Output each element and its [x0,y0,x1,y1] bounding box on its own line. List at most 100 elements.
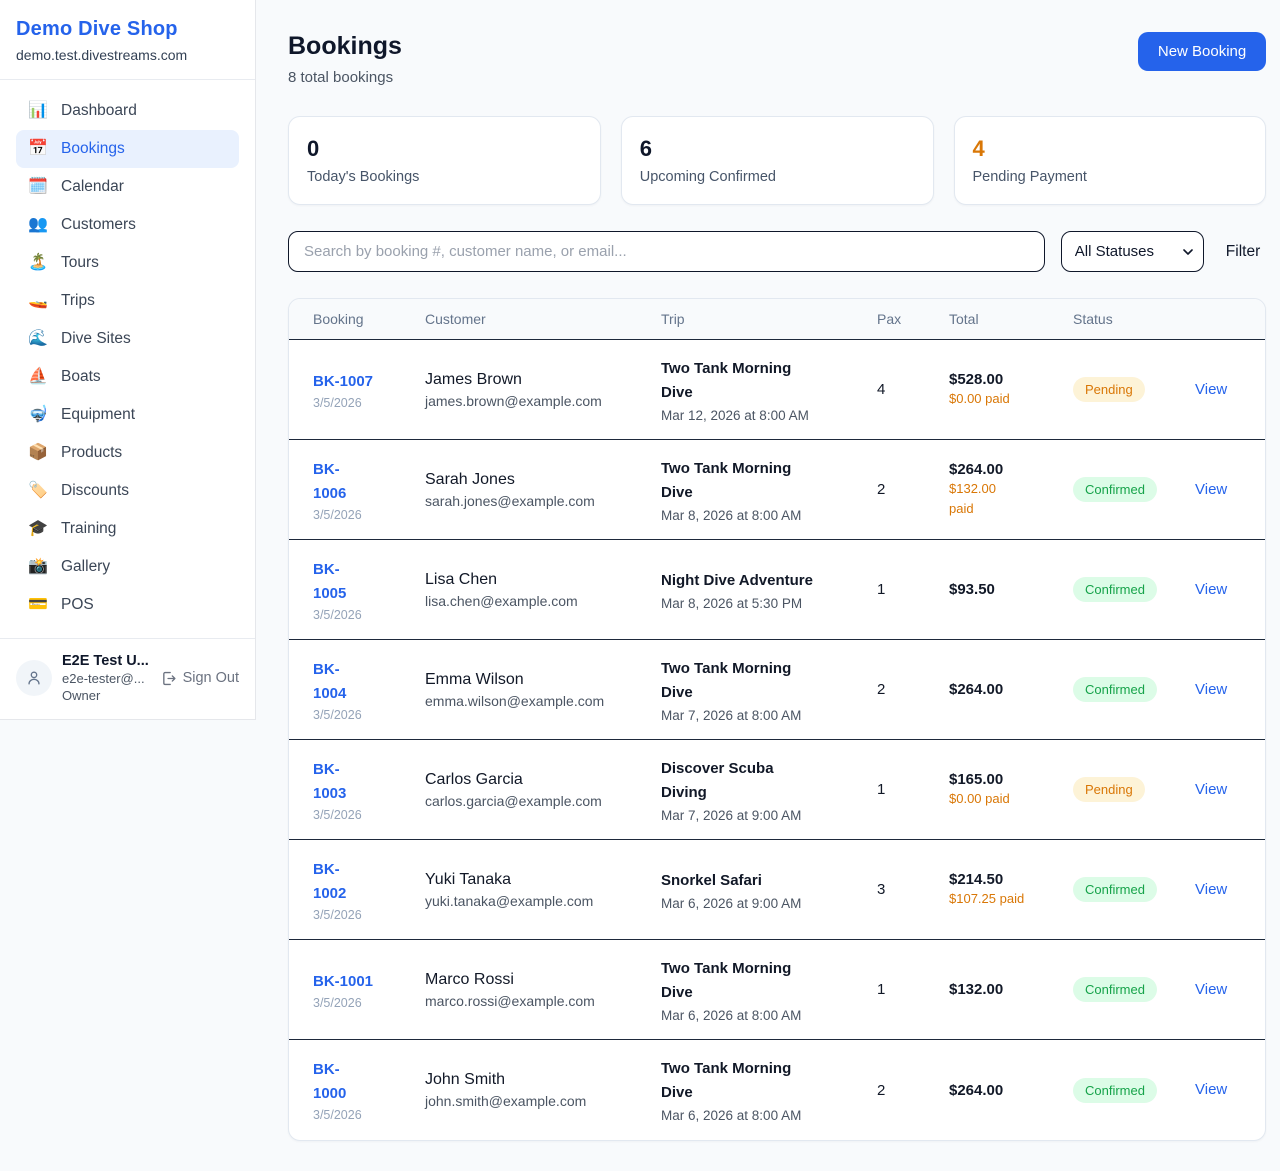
booking-id-line[interactable]: 1000 [313,1082,411,1106]
booking-id-line[interactable]: BK-1001 [313,970,411,994]
trip-datetime: Mar 7, 2026 at 9:00 AM [661,808,863,823]
status-filter-select[interactable]: All Statuses [1061,231,1204,272]
view-link[interactable]: View [1195,581,1227,598]
paid-amount-line: paid [949,500,1059,518]
booking-id-line[interactable]: 1002 [313,882,411,906]
stat-value: 6 [640,136,915,162]
trip-name-line: Dive [661,681,863,705]
sidebar-item-bookings[interactable]: 📅 Bookings [16,130,239,168]
booking-id-line[interactable]: 1006 [313,482,411,506]
app: Demo Dive Shop demo.test.divestreams.com… [0,0,1280,1171]
booking-date: 3/5/2026 [313,708,411,722]
booking-id-line[interactable]: 1003 [313,782,411,806]
user-email: e2e-tester@... [62,671,150,686]
status-cell: Confirmed [1073,977,1195,1002]
view-link[interactable]: View [1195,681,1227,698]
column-header-customer: Customer [425,311,661,327]
customer-cell: Marco Rossi marco.rossi@example.com [425,971,661,1009]
new-booking-button[interactable]: New Booking [1138,32,1266,71]
customer-email: emma.wilson@example.com [425,693,647,709]
sidebar-item-label: Trips [61,292,95,310]
view-link[interactable]: View [1195,981,1227,998]
booking-date: 3/5/2026 [313,808,411,822]
sign-out-button[interactable]: Sign Out [160,670,239,687]
booking-id-line[interactable]: 1005 [313,582,411,606]
column-header-total: Total [949,311,1073,327]
pax-cell: 2 [877,481,949,498]
booking-cell: BK- 1006 3/5/2026 [313,458,425,522]
booking-cell: BK- 1002 3/5/2026 [313,858,425,922]
filter-button[interactable]: Filter [1220,243,1266,261]
main-content: Bookings 8 total bookings New Booking 0 … [256,0,1280,1171]
table-body: BK-1007 3/5/2026 James Brown james.brown… [289,340,1265,1140]
booking-id-link[interactable]: BK- 1005 [313,558,411,606]
view-link[interactable]: View [1195,381,1227,398]
column-header-status: Status [1073,311,1195,327]
booking-id-line[interactable]: BK- [313,758,411,782]
booking-id-link[interactable]: BK- 1000 [313,1058,411,1106]
view-link[interactable]: View [1195,781,1227,798]
customer-email: john.smith@example.com [425,1093,647,1109]
customer-name: Marco Rossi [425,971,647,989]
actions-cell: View [1195,681,1241,699]
sidebar-item-equipment[interactable]: 🤿 Equipment [16,396,239,434]
trip-name-line: Dive [661,481,863,505]
stats-row: 0 Today's Bookings 6 Upcoming Confirmed … [288,116,1266,205]
booking-id-line[interactable]: BK-1007 [313,370,411,394]
sidebar: Demo Dive Shop demo.test.divestreams.com… [0,0,256,720]
booking-id-line[interactable]: BK- [313,658,411,682]
stat-card: 4 Pending Payment [954,116,1267,205]
pax-cell: 1 [877,581,949,598]
total-amount: $214.50 [949,871,1059,888]
search-input[interactable] [288,231,1045,272]
booking-id-link[interactable]: BK-1001 [313,970,411,994]
sidebar-item-icon: 🗓️ [28,179,48,195]
sidebar-item-tours[interactable]: 🏝️ Tours [16,244,239,282]
sidebar-item-boats[interactable]: ⛵ Boats [16,358,239,396]
sidebar-item-training[interactable]: 🎓 Training [16,510,239,548]
view-link[interactable]: View [1195,881,1227,898]
status-cell: Confirmed [1073,677,1195,702]
booking-id-line[interactable]: 1004 [313,682,411,706]
sidebar-item-dive-sites[interactable]: 🌊 Dive Sites [16,320,239,358]
sidebar-item-icon: 📅 [28,141,48,157]
trip-datetime: Mar 12, 2026 at 8:00 AM [661,408,863,423]
trip-datetime: Mar 8, 2026 at 5:30 PM [661,596,863,611]
booking-id-link[interactable]: BK- 1003 [313,758,411,806]
customer-cell: Carlos Garcia carlos.garcia@example.com [425,771,661,809]
sidebar-item-products[interactable]: 📦 Products [16,434,239,472]
trip-name-line: Two Tank Morning [661,1057,863,1081]
booking-id-link[interactable]: BK-1007 [313,370,411,394]
booking-id-line[interactable]: BK- [313,858,411,882]
booking-id-line[interactable]: BK- [313,558,411,582]
booking-id-line[interactable]: BK- [313,1058,411,1082]
total-amount: $264.00 [949,681,1059,698]
status-badge: Confirmed [1073,677,1157,702]
sidebar-item-icon: 👥 [28,217,48,233]
sidebar-item-gallery[interactable]: 📸 Gallery [16,548,239,586]
sidebar-item-discounts[interactable]: 🏷️ Discounts [16,472,239,510]
booking-cell: BK- 1000 3/5/2026 [313,1058,425,1122]
total-amount: $132.00 [949,981,1059,998]
booking-id-link[interactable]: BK- 1006 [313,458,411,506]
sidebar-item-label: Calendar [61,178,124,196]
sidebar-item-pos[interactable]: 💳 POS [16,586,239,624]
status-badge: Confirmed [1073,577,1157,602]
booking-id-link[interactable]: BK- 1004 [313,658,411,706]
table-row: BK- 1006 3/5/2026 Sarah Jones sarah.jone… [289,440,1265,540]
booking-cell: BK- 1004 3/5/2026 [313,658,425,722]
booking-id-line[interactable]: BK- [313,458,411,482]
table-row: BK- 1000 3/5/2026 John Smith john.smith@… [289,1040,1265,1140]
sidebar-item-trips[interactable]: 🚤 Trips [16,282,239,320]
sidebar-item-dashboard[interactable]: 📊 Dashboard [16,92,239,130]
view-link[interactable]: View [1195,1081,1227,1098]
view-link[interactable]: View [1195,481,1227,498]
total-cell: $264.00 $132.00 paid [949,461,1073,517]
booking-date: 3/5/2026 [313,908,411,922]
sidebar-item-customers[interactable]: 👥 Customers [16,206,239,244]
sidebar-item-calendar[interactable]: 🗓️ Calendar [16,168,239,206]
status-cell: Confirmed [1073,1078,1195,1103]
sidebar-item-label: Dashboard [61,102,137,120]
booking-id-link[interactable]: BK- 1002 [313,858,411,906]
customer-email: marco.rossi@example.com [425,993,647,1009]
